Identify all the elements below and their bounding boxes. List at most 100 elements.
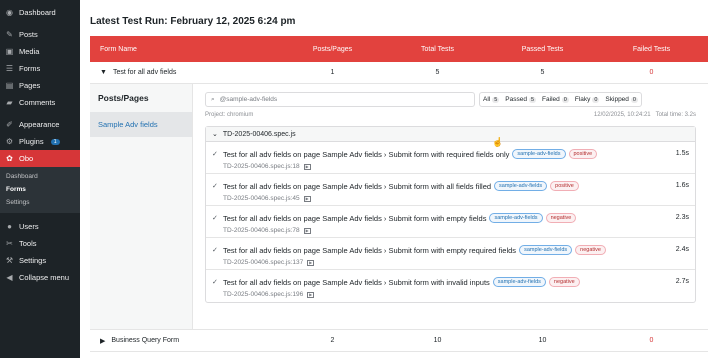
- sidebar-item-settings[interactable]: ⚒ Settings: [0, 252, 80, 269]
- test-duration: 1.6s: [675, 182, 689, 189]
- spec-file-group: ⌄ TD-2025-00406.spec.js ✓ Test for all a…: [205, 126, 696, 303]
- filter-failed[interactable]: Failed 0: [539, 93, 572, 106]
- test-title-row: Test for all adv fields on page Sample A…: [223, 213, 577, 223]
- tag-sample-adv-fields[interactable]: sample-adv-fields: [489, 213, 543, 223]
- check-icon: ✓: [212, 279, 218, 286]
- run-time-info: 12/02/2025, 10:24:21 Total time: 3.2s: [594, 112, 696, 118]
- spec-file-name: TD-2025-00406.spec.js: [222, 130, 296, 138]
- tag-negative[interactable]: negative: [575, 245, 606, 255]
- filter-passed[interactable]: Passed 5: [502, 93, 539, 106]
- sidebar-item-label: Settings: [19, 256, 47, 265]
- posts-count: 1: [330, 69, 335, 76]
- filter-label: All: [483, 96, 491, 103]
- posts-pages-panel: Posts/Pages Sample Adv fields: [90, 84, 193, 329]
- form-detail-panel: Posts/Pages Sample Adv fields ⌕ @sample-…: [90, 84, 708, 330]
- collapse-icon: ◀: [6, 273, 13, 282]
- pages-icon: ▤: [5, 81, 14, 90]
- run-timestamp: 12/02/2025, 10:24:21: [593, 112, 651, 118]
- sidebar-item-label: Comments: [19, 98, 56, 107]
- test-location: TD-2025-00406.spec.js:196 ▶: [223, 291, 315, 298]
- chevron-down-icon[interactable]: ▼: [100, 69, 107, 76]
- test-case[interactable]: ✓ Test for all adv fields on page Sample…: [206, 174, 695, 206]
- filter-flaky[interactable]: Flaky 0: [572, 93, 603, 106]
- test-duration: 2.7s: [675, 278, 689, 285]
- tag-sample-adv-fields[interactable]: sample-adv-fields: [494, 181, 548, 191]
- table-row[interactable]: ▼ Test for all adv fields 1 5 5 0: [90, 62, 708, 84]
- sidebar-item-dashboard[interactable]: ◉ Dashboard: [0, 4, 80, 21]
- test-case[interactable]: ✓ Test for all adv fields on page Sample…: [206, 142, 695, 174]
- filter-all[interactable]: All 5: [480, 93, 502, 106]
- sidebar-item-posts[interactable]: ✎ Posts: [0, 26, 80, 43]
- failed-count: 0: [649, 337, 654, 344]
- search-input[interactable]: ⌕ @sample-adv-fields: [205, 92, 475, 107]
- check-icon: ✓: [212, 247, 218, 254]
- test-location: TD-2025-00406.spec.js:137 ▶: [223, 259, 315, 266]
- submenu-dashboard[interactable]: Dashboard: [0, 170, 80, 183]
- tag-sample-adv-fields[interactable]: sample-adv-fields: [492, 277, 546, 287]
- tag-positive[interactable]: positive: [568, 149, 598, 159]
- test-case[interactable]: ✓ Test for all adv fields on page Sample…: [206, 238, 695, 270]
- sidebar-item-tools[interactable]: ✂ Tools: [0, 235, 80, 252]
- table-header: Form Name Posts/Pages Total Tests Passed…: [90, 36, 708, 62]
- test-duration: 1.5s: [675, 150, 689, 157]
- test-file-line: TD-2025-00406.spec.js:45: [223, 195, 300, 202]
- sidebar-item-comments[interactable]: ▰ Comments: [0, 94, 80, 111]
- video-icon[interactable]: ▶: [303, 163, 311, 170]
- collapse-menu-button[interactable]: ◀ Collapse menu: [0, 269, 80, 286]
- submenu-forms[interactable]: Forms: [0, 183, 80, 196]
- sidebar-item-plugins[interactable]: ⚙ Plugins 1: [0, 133, 80, 150]
- sidebar-item-appearance[interactable]: ✐ Appearance: [0, 116, 80, 133]
- test-case[interactable]: ✓ Test for all adv fields on page Sample…: [206, 270, 695, 302]
- submenu-settings[interactable]: Settings: [0, 196, 80, 209]
- sidebar-item-pages[interactable]: ▤ Pages: [0, 77, 80, 94]
- filter-skipped[interactable]: Skipped 0: [602, 93, 641, 106]
- form-name: Test for all adv fields: [112, 69, 177, 76]
- project-label: Project: chromium: [205, 112, 254, 118]
- video-icon[interactable]: ▶: [303, 195, 311, 202]
- video-icon[interactable]: ▶: [307, 259, 315, 266]
- check-icon: ✓: [212, 183, 218, 190]
- sidebar-item-label: Posts: [19, 30, 38, 39]
- page-title: Latest Test Run: February 12, 2025 6:24 …: [90, 16, 296, 27]
- total-count: 10: [433, 337, 442, 344]
- sidebar-item-users[interactable]: ● Users: [0, 218, 80, 235]
- filter-label: Passed: [505, 96, 527, 103]
- spec-file-header[interactable]: ⌄ TD-2025-00406.spec.js: [206, 127, 695, 142]
- filter-count: 0: [561, 96, 569, 103]
- chevron-right-icon[interactable]: ▶: [100, 337, 105, 345]
- sidebar-item-label: Pages: [19, 81, 41, 90]
- tag-sample-adv-fields[interactable]: sample-adv-fields: [512, 149, 566, 159]
- test-title-row: Test for all adv fields on page Sample A…: [223, 245, 606, 255]
- pin-icon: ✎: [6, 30, 13, 39]
- test-file-line: TD-2025-00406.spec.js:78: [223, 227, 300, 234]
- sidebar-item-label: Plugins: [19, 137, 44, 146]
- form-name: Business Query Form: [111, 337, 180, 344]
- page-item-sample-adv-fields[interactable]: Sample Adv fields: [90, 112, 192, 137]
- tag-negative[interactable]: negative: [545, 213, 577, 223]
- sidebar-item-obo[interactable]: ✿ Obo: [0, 150, 80, 167]
- filter-count: 0: [592, 96, 600, 103]
- col-form-name: Form Name: [100, 45, 137, 53]
- passed-count: 5: [540, 69, 545, 76]
- sidebar-item-label: Collapse menu: [19, 273, 70, 282]
- sidebar-item-label: Appearance: [19, 120, 60, 129]
- video-icon[interactable]: ▶: [303, 227, 311, 234]
- tag-negative[interactable]: negative: [548, 277, 580, 287]
- wrench-icon: ✂: [6, 239, 13, 248]
- test-case[interactable]: ✓ Test for all adv fields on page Sample…: [206, 206, 695, 238]
- filter-count: 0: [630, 96, 638, 103]
- sidebar-item-label: Tools: [19, 239, 37, 248]
- col-total-tests: Total Tests: [421, 45, 454, 53]
- run-meta: Project: chromium 12/02/2025, 10:24:21 T…: [205, 112, 696, 118]
- tag-sample-adv-fields[interactable]: sample-adv-fields: [519, 245, 573, 255]
- test-title: Test for all adv fields on page Sample A…: [223, 149, 510, 159]
- check-icon: ✓: [212, 215, 218, 222]
- filter-count: 5: [528, 96, 537, 103]
- admin-sidebar: ◉ Dashboard ✎ Posts ▣ Media ☰ Forms ▤ Pages ▰…: [0, 0, 80, 358]
- posts-pages-title: Posts/Pages: [98, 93, 149, 103]
- sidebar-item-forms[interactable]: ☰ Forms: [0, 60, 80, 77]
- tag-positive[interactable]: positive: [550, 181, 579, 191]
- sidebar-item-media[interactable]: ▣ Media: [0, 43, 80, 60]
- table-row[interactable]: ▶ Business Query Form 2 10 10 0: [90, 330, 708, 352]
- video-icon[interactable]: ▶: [307, 291, 315, 298]
